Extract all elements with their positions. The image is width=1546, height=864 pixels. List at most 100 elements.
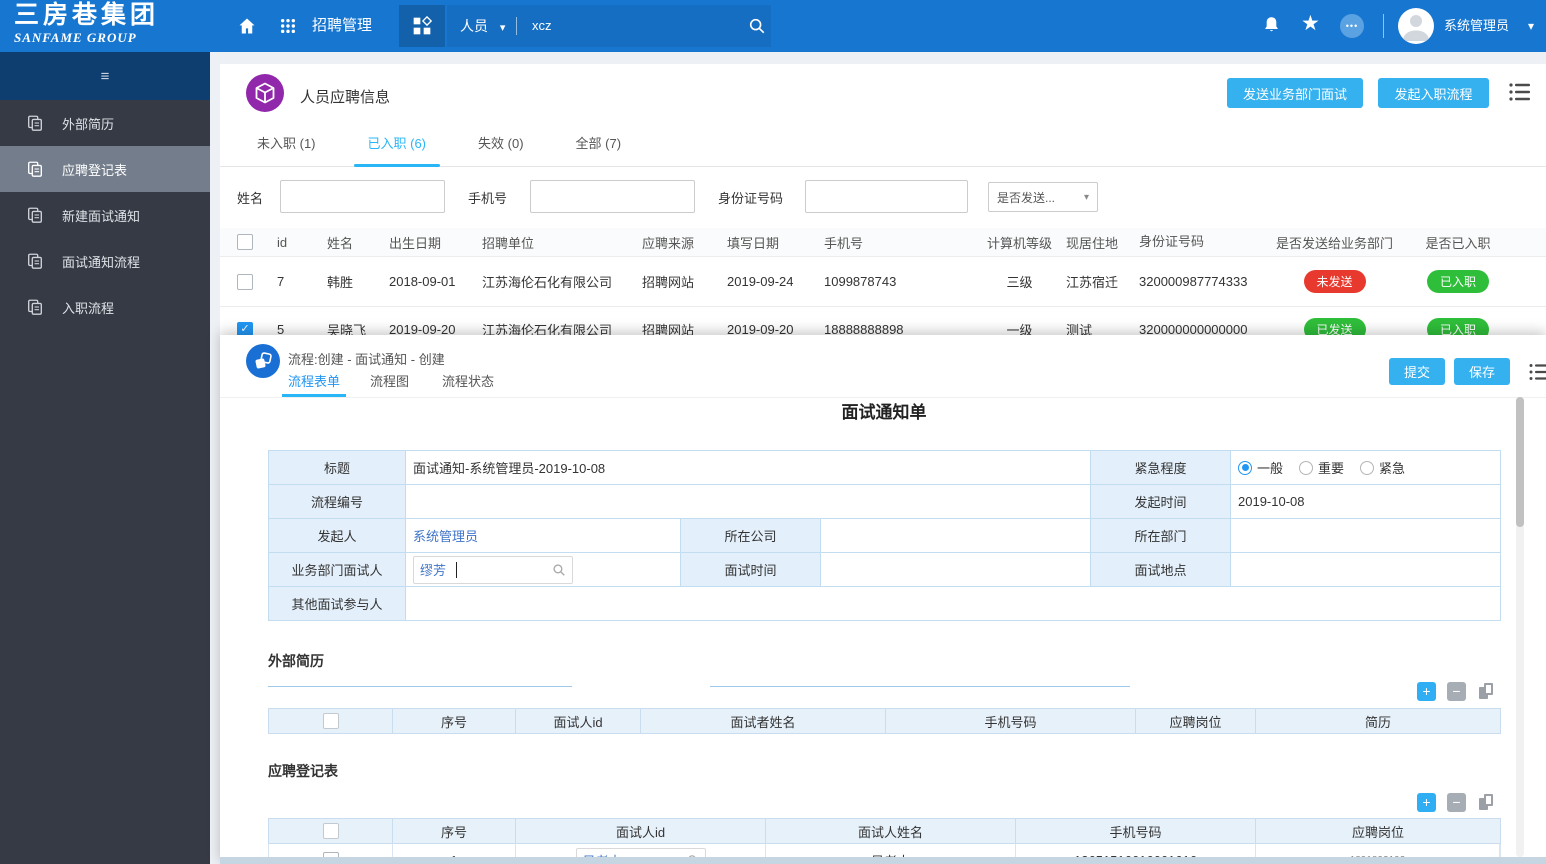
text-cursor xyxy=(456,561,458,578)
register-table-header: 序号 面试人id 面试人姓名 手机号码 应聘岗位 xyxy=(268,818,1501,844)
col-fill-date: 填写日期 xyxy=(727,235,780,251)
select-all-checkbox[interactable] xyxy=(237,234,253,250)
interviewer-label: 业务部门面试人 xyxy=(269,553,406,587)
module-select[interactable]: 人员 ▾ xyxy=(460,0,505,54)
sidebar-collapse-button[interactable]: ≡ xyxy=(0,52,210,100)
tab-flow-diagram[interactable]: 流程图 xyxy=(370,371,409,393)
radio-label: 重要 xyxy=(1318,461,1345,476)
title-value[interactable]: 面试通知-系统管理员-2019-10-08 xyxy=(406,451,1091,485)
interview-notice-modal: 流程:创建 - 面试通知 - 创建 流程表单 流程图 流程状态 提交 保存 面试… xyxy=(220,335,1546,864)
onboard-status-badge: 已入职 xyxy=(1427,270,1489,293)
place-value[interactable] xyxy=(1231,553,1501,587)
flow-no-value[interactable] xyxy=(406,485,1091,519)
save-button[interactable]: 保存 xyxy=(1454,358,1510,385)
radio-normal[interactable]: 一般 xyxy=(1238,458,1283,477)
module-switcher[interactable] xyxy=(399,5,445,47)
row-checkbox[interactable] xyxy=(237,273,253,290)
tab-flow-form[interactable]: 流程表单 xyxy=(281,371,347,397)
copy-row-button[interactable] xyxy=(1477,793,1496,812)
col-phone: 手机号 xyxy=(824,235,864,251)
apps-grid-icon[interactable] xyxy=(280,18,296,34)
document-icon xyxy=(28,207,42,223)
company-value[interactable] xyxy=(821,519,1091,553)
remove-row-button[interactable]: − xyxy=(1447,682,1466,701)
more-options-icon[interactable]: ••• xyxy=(1340,14,1364,38)
sidebar-item-application-form[interactable]: 应聘登记表 xyxy=(0,146,210,192)
search-icon[interactable] xyxy=(748,17,766,35)
modal-scrollbar-thumb[interactable] xyxy=(1516,397,1524,527)
start-onboarding-button[interactable]: 发起入职流程 xyxy=(1378,78,1489,108)
add-row-button[interactable]: + xyxy=(1417,682,1436,701)
select-all-checkbox[interactable] xyxy=(322,823,339,839)
filter-phone-input[interactable] xyxy=(530,180,695,213)
app-name[interactable]: 招聘管理 xyxy=(312,0,372,52)
col-source: 应聘来源 xyxy=(642,235,695,251)
col-interviewee-id: 面试人id xyxy=(516,709,641,733)
start-time-value[interactable]: 2019-10-08 xyxy=(1231,485,1501,519)
copy-row-button[interactable] xyxy=(1477,682,1496,701)
page-icon xyxy=(246,74,284,112)
radio-label: 紧急 xyxy=(1379,461,1406,476)
interview-time-label: 面试时间 xyxy=(681,553,821,587)
dept-value[interactable] xyxy=(1231,519,1501,553)
search-icon[interactable] xyxy=(552,563,566,577)
initiator-link[interactable]: 系统管理员 xyxy=(413,526,478,545)
sidebar-item-external-resume[interactable]: 外部简历 xyxy=(0,100,210,146)
user-name[interactable]: 系统管理员 xyxy=(1444,0,1509,52)
remove-row-button[interactable]: − xyxy=(1447,793,1466,812)
favorites-star-icon[interactable]: ★ xyxy=(1301,11,1320,36)
filter-send-select[interactable]: 是否发送... ▾ xyxy=(988,182,1098,212)
table-row[interactable]: 7 韩胜 2018-09-01 江苏海伦石化有限公司 招聘网站 2019-09-… xyxy=(220,256,1546,306)
others-value[interactable] xyxy=(406,587,1501,621)
chevron-down-icon: ▾ xyxy=(499,22,506,34)
filter-idcard-input[interactable] xyxy=(805,180,968,213)
topbar-divider xyxy=(516,17,517,35)
user-menu-chevron-icon[interactable]: ▾ xyxy=(1528,0,1534,52)
list-view-icon[interactable] xyxy=(1508,81,1532,103)
tab-onboarded[interactable]: 已入职 (6) xyxy=(353,120,441,167)
global-search-input[interactable]: xcz xyxy=(532,0,552,52)
col-id: id xyxy=(277,234,288,250)
module-grid-icon xyxy=(413,16,432,35)
sent-status-badge: 未发送 xyxy=(1303,270,1366,293)
list-view-icon[interactable] xyxy=(1528,362,1546,382)
filter-send-select-value: 是否发送... xyxy=(997,190,1056,205)
interviewer-input[interactable]: 缪芳 xyxy=(413,555,573,584)
radio-icon xyxy=(1299,460,1314,475)
select-all-checkbox[interactable] xyxy=(322,713,339,729)
submit-button[interactable]: 提交 xyxy=(1389,358,1445,385)
company-label: 所在公司 xyxy=(681,519,821,553)
home-icon[interactable] xyxy=(237,16,257,36)
col-company: 招聘单位 xyxy=(482,235,535,251)
interview-time-value[interactable] xyxy=(821,553,1091,587)
radio-icon xyxy=(1360,460,1375,475)
col-interviewer-name: 面试人姓名 xyxy=(766,819,1016,843)
cell-residence: 江苏宿迁 xyxy=(1066,275,1119,290)
horizontal-scrollbar[interactable] xyxy=(220,857,1546,864)
tab-expired[interactable]: 失效 (0) xyxy=(464,120,538,167)
filter-name-input[interactable] xyxy=(280,180,445,213)
filter-phone-label: 手机号 xyxy=(468,191,508,206)
radio-urgent[interactable]: 紧急 xyxy=(1360,458,1405,477)
send-department-interview-button[interactable]: 发送业务部门面试 xyxy=(1227,78,1363,108)
section-underline xyxy=(710,686,1130,687)
tab-all[interactable]: 全部 (7) xyxy=(562,120,636,167)
radio-important[interactable]: 重要 xyxy=(1299,458,1344,477)
copy-icon xyxy=(1484,683,1493,695)
user-avatar[interactable] xyxy=(1398,8,1434,44)
tab-flow-status[interactable]: 流程状态 xyxy=(442,371,494,393)
col-phone: 手机号码 xyxy=(1016,819,1256,843)
title-label: 标题 xyxy=(269,451,406,485)
modal-title: 流程:创建 - 面试通知 - 创建 xyxy=(288,352,445,367)
document-icon xyxy=(28,253,42,269)
sidebar-item-onboarding-flow[interactable]: 入职流程 xyxy=(0,284,210,330)
sidebar-item-new-interview-notice[interactable]: 新建面试通知 xyxy=(0,192,210,238)
tab-not-onboarded[interactable]: 未入职 (1) xyxy=(243,120,330,167)
document-icon xyxy=(28,161,42,177)
notifications-bell-icon[interactable] xyxy=(1261,15,1282,36)
col-index: 序号 xyxy=(393,709,516,733)
sidebar-item-label: 面试通知流程 xyxy=(62,254,141,270)
dept-label: 所在部门 xyxy=(1091,519,1231,553)
sidebar-item-interview-notice-flow[interactable]: 面试通知流程 xyxy=(0,238,210,284)
add-row-button[interactable]: + xyxy=(1417,793,1436,812)
